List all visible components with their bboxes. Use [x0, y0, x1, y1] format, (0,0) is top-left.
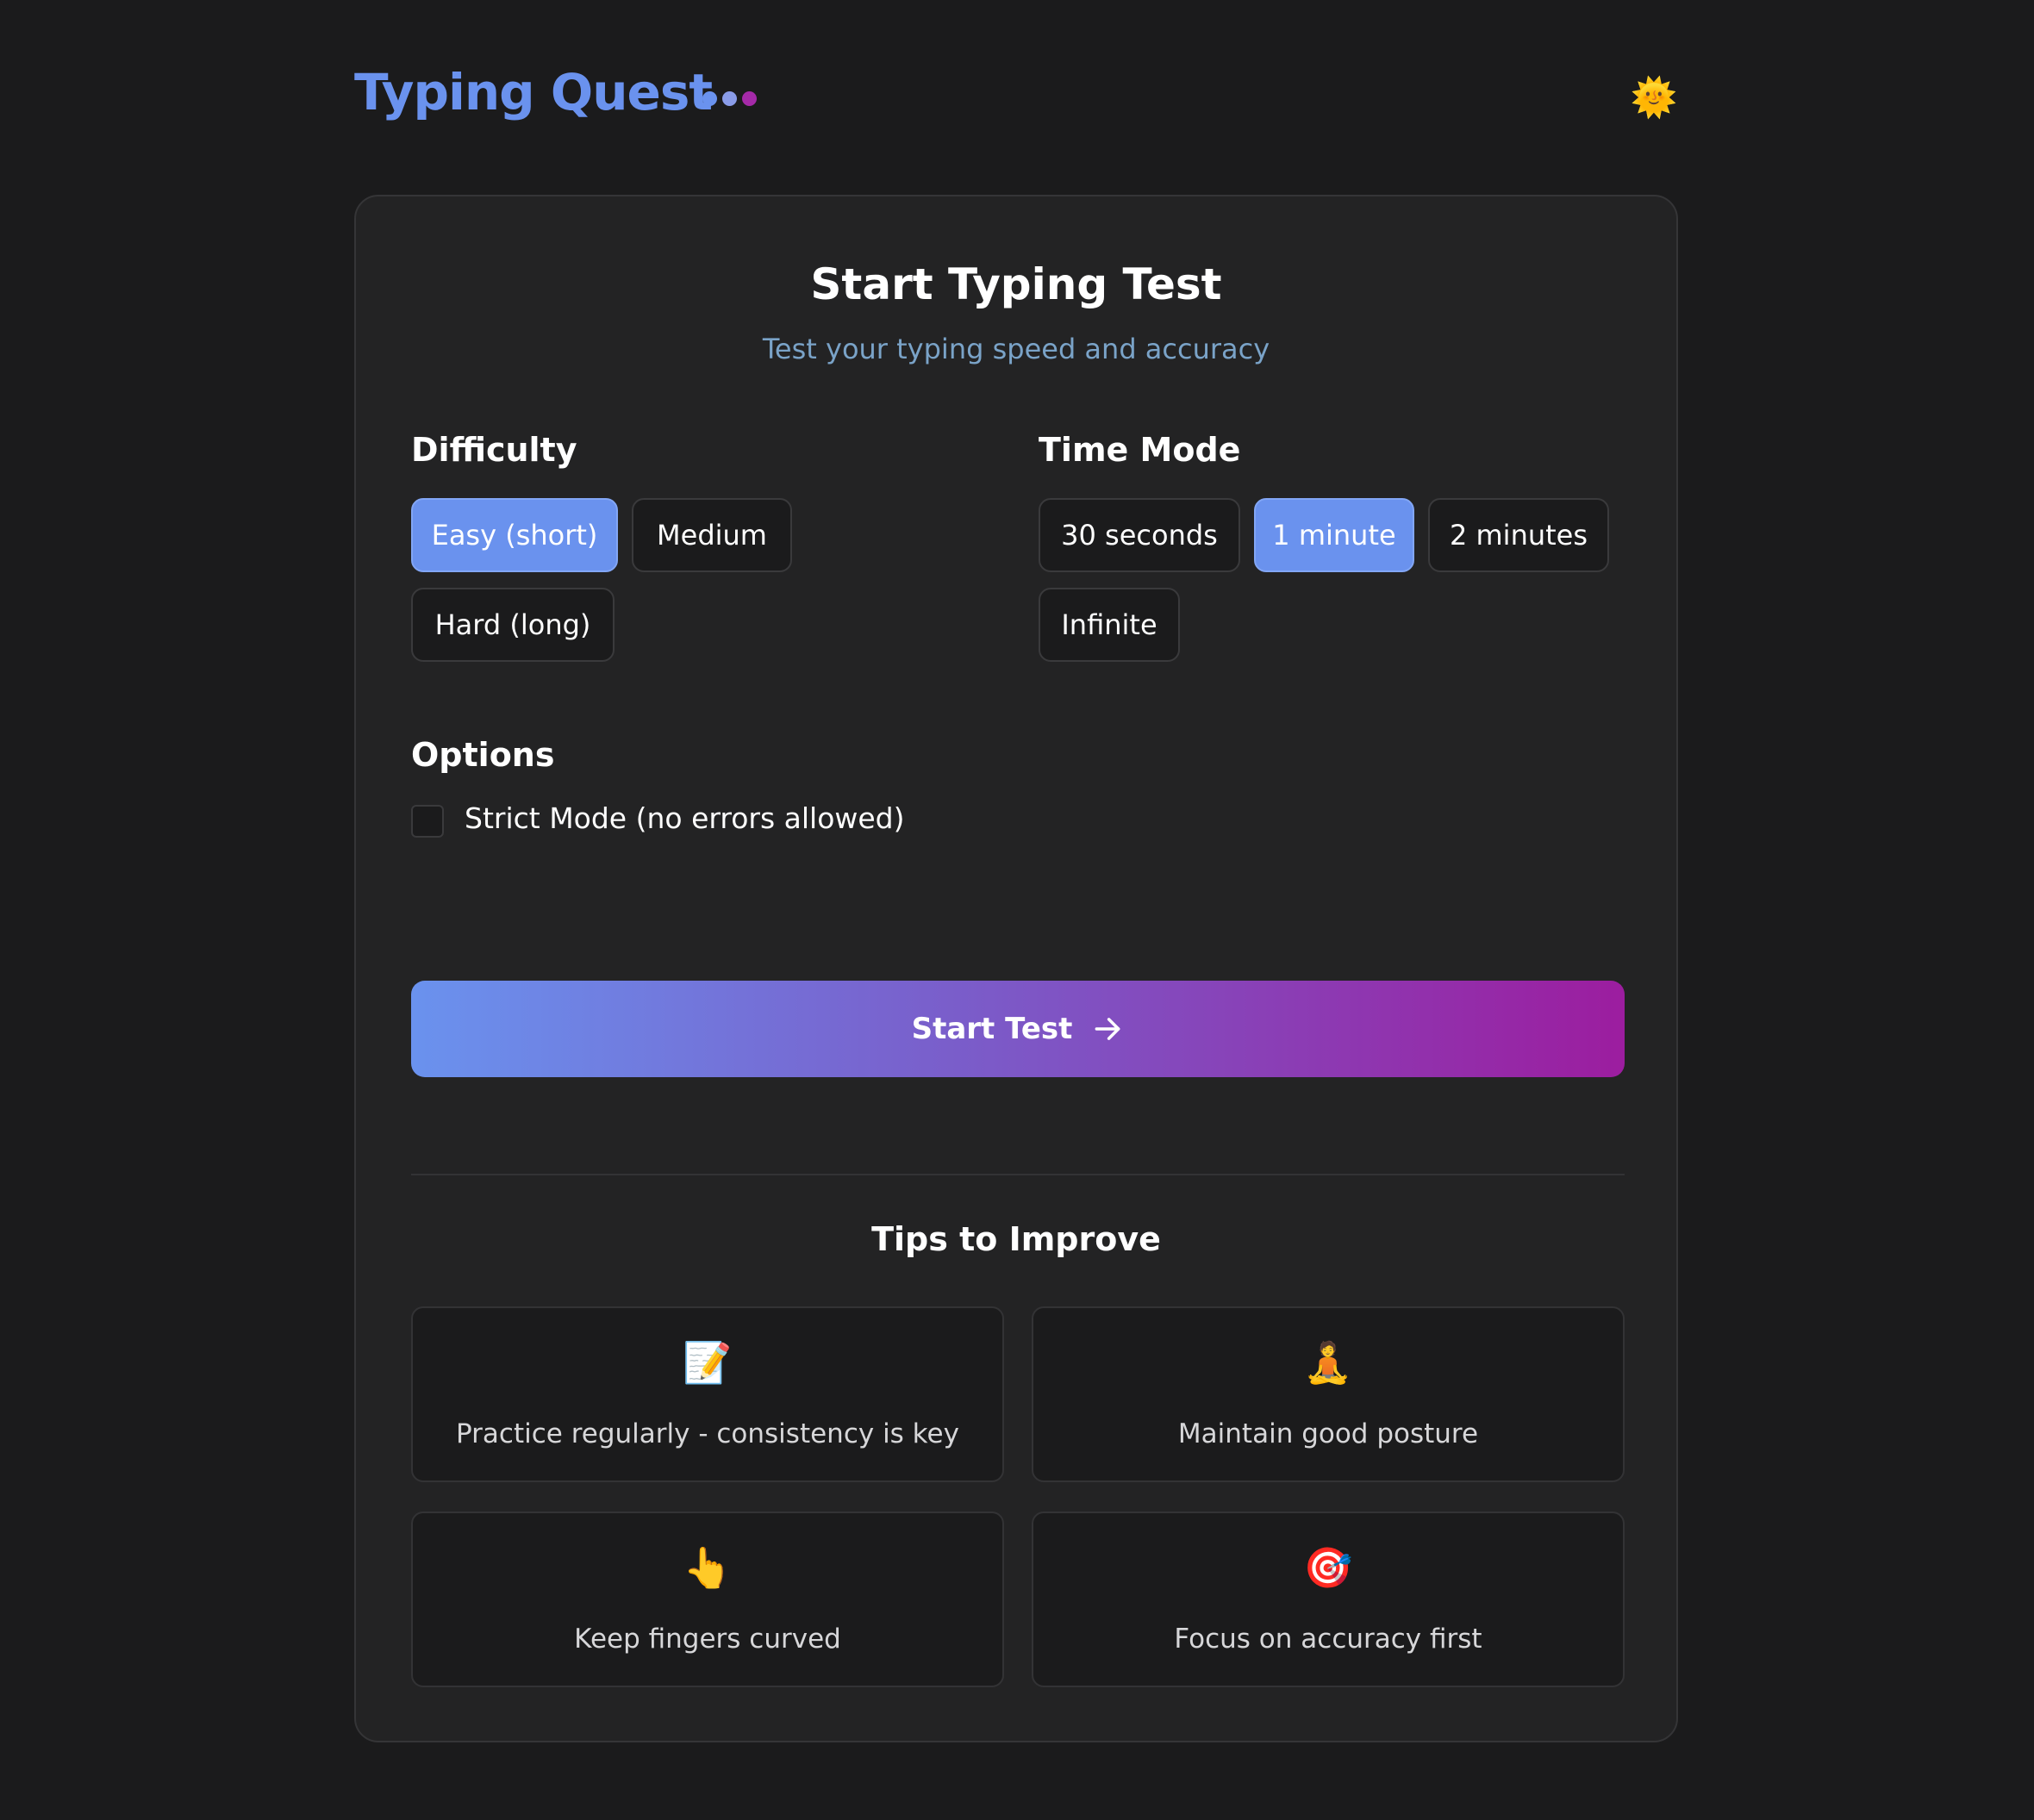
start-test-label: Start Test: [911, 1012, 1073, 1046]
tip-card: 📝 Practice regularly - consistency is ke…: [411, 1306, 1004, 1482]
sun-icon: 🌞: [1630, 76, 1678, 120]
card-subtitle: Test your typing speed and accuracy: [762, 333, 1270, 365]
time-option-1-minute[interactable]: 1 minute: [1254, 498, 1414, 572]
memo-icon: 📝: [683, 1339, 733, 1386]
difficulty-option-hard[interactable]: Hard (long): [411, 588, 615, 662]
strict-mode-checkbox[interactable]: [411, 805, 444, 838]
start-test-button[interactable]: Start Test: [411, 981, 1625, 1077]
difficulty-option-medium[interactable]: Medium: [632, 498, 792, 572]
divider: [411, 1174, 1625, 1175]
time-option-infinite[interactable]: Infinite: [1039, 588, 1180, 662]
logo-dot-1: [702, 91, 717, 106]
target-icon: 🎯: [1303, 1544, 1353, 1591]
tip-text: Practice regularly - consistency is key: [456, 1418, 959, 1449]
tip-text: Maintain good posture: [1177, 1418, 1479, 1449]
tip-text: Keep fingers curved: [574, 1624, 841, 1655]
meditation-icon: 🧘: [1303, 1339, 1353, 1386]
pointing-finger-icon: 👆: [683, 1544, 733, 1591]
card-title: Start Typing Test: [810, 259, 1222, 309]
tip-card: 🧘 Maintain good posture: [1032, 1306, 1625, 1482]
difficulty-option-easy[interactable]: Easy (short): [411, 498, 618, 572]
tip-text: Focus on accuracy first: [1174, 1624, 1482, 1655]
header: Typing Quest 🌞: [354, 60, 1680, 138]
test-setup-card: Start Typing Test Test your typing speed…: [354, 195, 1678, 1742]
tip-card: 🎯 Focus on accuracy first: [1032, 1511, 1625, 1687]
arrow-right-icon: [1095, 1018, 1120, 1040]
typing-quest-page: Typing Quest 🌞 Start Typing Test Test yo…: [0, 0, 2034, 1820]
difficulty-label: Difficulty: [411, 431, 577, 469]
time-mode-label: Time Mode: [1039, 431, 1241, 469]
options-label: Options: [411, 736, 555, 774]
theme-toggle-button[interactable]: 🌞: [1628, 72, 1680, 124]
strict-mode-label[interactable]: Strict Mode (no errors allowed): [465, 801, 905, 835]
time-option-2-minutes[interactable]: 2 minutes: [1428, 498, 1609, 572]
logo-dots: [702, 91, 757, 109]
logo-dot-3: [742, 91, 757, 106]
app-title: Typing Quest: [354, 63, 713, 122]
logo-dot-2: [722, 91, 737, 106]
tip-card: 👆 Keep fingers curved: [411, 1511, 1004, 1687]
tips-title: Tips to Improve: [871, 1220, 1161, 1258]
time-option-30-seconds[interactable]: 30 seconds: [1039, 498, 1240, 572]
